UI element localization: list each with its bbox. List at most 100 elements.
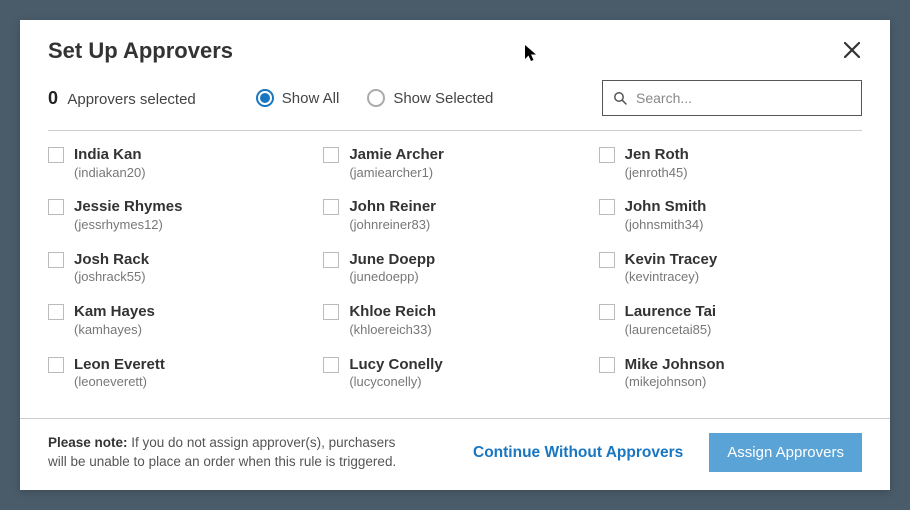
approver-name: Mike Johnson bbox=[625, 355, 725, 375]
approver-text: Leon Everett(leoneverett) bbox=[74, 355, 165, 391]
radio-label: Show Selected bbox=[393, 90, 493, 107]
approver-name: Laurence Tai bbox=[625, 302, 716, 322]
approver-item[interactable]: John Reiner(johnreiner83) bbox=[323, 197, 588, 233]
checkbox-icon[interactable] bbox=[599, 147, 615, 163]
approver-username: (jenroth45) bbox=[625, 165, 689, 182]
approver-item[interactable]: John Smith(johnsmith34) bbox=[599, 197, 864, 233]
approver-text: Kevin Tracey(kevintracey) bbox=[625, 250, 718, 286]
checkbox-icon[interactable] bbox=[599, 304, 615, 320]
footer-note: Please note: If you do not assign approv… bbox=[48, 434, 408, 472]
approver-item[interactable]: Josh Rack(joshrack55) bbox=[48, 250, 313, 286]
approver-username: (jessrhymes12) bbox=[74, 217, 182, 234]
checkbox-icon[interactable] bbox=[323, 252, 339, 268]
approver-name: June Doepp bbox=[349, 250, 435, 270]
approver-item[interactable]: Lucy Conelly(lucyconelly) bbox=[323, 355, 588, 391]
checkbox-icon[interactable] bbox=[48, 304, 64, 320]
assign-approvers-button[interactable]: Assign Approvers bbox=[709, 433, 862, 472]
approver-item[interactable]: Laurence Tai(laurencetai85) bbox=[599, 302, 864, 338]
checkbox-icon[interactable] bbox=[48, 147, 64, 163]
close-button[interactable] bbox=[842, 38, 862, 64]
checkbox-icon[interactable] bbox=[323, 147, 339, 163]
checkbox-icon[interactable] bbox=[48, 357, 64, 373]
approver-text: India Kan(indiakan20) bbox=[74, 145, 146, 181]
modal-title: Set Up Approvers bbox=[48, 38, 233, 64]
approver-text: John Reiner(johnreiner83) bbox=[349, 197, 436, 233]
approver-item[interactable]: India Kan(indiakan20) bbox=[48, 145, 313, 181]
controls-row: 0 Approvers selected Show All Show Selec… bbox=[20, 74, 890, 130]
approver-text: Mike Johnson(mikejohnson) bbox=[625, 355, 725, 391]
radio-show-selected[interactable]: Show Selected bbox=[367, 89, 493, 107]
approver-text: Kam Hayes(kamhayes) bbox=[74, 302, 155, 338]
checkbox-icon[interactable] bbox=[323, 304, 339, 320]
approver-name: Khloe Reich bbox=[349, 302, 436, 322]
selected-count-label: Approvers selected bbox=[67, 91, 195, 108]
approver-name: Jessie Rhymes bbox=[74, 197, 182, 217]
approver-username: (mikejohnson) bbox=[625, 374, 725, 391]
approver-username: (khloereich33) bbox=[349, 322, 436, 339]
approver-item[interactable]: Jen Roth(jenroth45) bbox=[599, 145, 864, 181]
approver-text: June Doepp(junedoepp) bbox=[349, 250, 435, 286]
approver-item[interactable]: Leon Everett(leoneverett) bbox=[48, 355, 313, 391]
approver-text: Khloe Reich(khloereich33) bbox=[349, 302, 436, 338]
approvers-grid: India Kan(indiakan20) Jamie Archer(jamiea… bbox=[48, 145, 864, 391]
approver-name: India Kan bbox=[74, 145, 146, 165]
approver-name: Jamie Archer bbox=[349, 145, 444, 165]
radio-icon bbox=[367, 89, 385, 107]
checkbox-icon[interactable] bbox=[48, 199, 64, 215]
approver-text: Josh Rack(joshrack55) bbox=[74, 250, 149, 286]
approvers-scroll[interactable]: India Kan(indiakan20) Jamie Archer(jamiea… bbox=[48, 145, 878, 408]
checkbox-icon[interactable] bbox=[599, 199, 615, 215]
approver-username: (junedoepp) bbox=[349, 269, 435, 286]
approver-username: (lucyconelly) bbox=[349, 374, 442, 391]
approver-name: Kam Hayes bbox=[74, 302, 155, 322]
approver-item[interactable]: Khloe Reich(khloereich33) bbox=[323, 302, 588, 338]
approver-item[interactable]: Jessie Rhymes(jessrhymes12) bbox=[48, 197, 313, 233]
approver-item[interactable]: June Doepp(junedoepp) bbox=[323, 250, 588, 286]
close-icon bbox=[842, 36, 862, 66]
approver-text: Jamie Archer(jamiearcher1) bbox=[349, 145, 444, 181]
modal-footer: Please note: If you do not assign approv… bbox=[20, 418, 890, 490]
approver-username: (johnsmith34) bbox=[625, 217, 707, 234]
checkbox-icon[interactable] bbox=[599, 252, 615, 268]
approver-username: (leoneverett) bbox=[74, 374, 165, 391]
approver-username: (joshrack55) bbox=[74, 269, 149, 286]
footer-actions: Continue Without Approvers Assign Approv… bbox=[473, 433, 862, 472]
search-input[interactable] bbox=[636, 90, 851, 106]
approver-username: (laurencetai85) bbox=[625, 322, 716, 339]
continue-without-approvers-button[interactable]: Continue Without Approvers bbox=[473, 444, 683, 462]
search-field[interactable] bbox=[602, 80, 862, 116]
selected-count-number: 0 bbox=[48, 88, 58, 108]
approver-username: (johnreiner83) bbox=[349, 217, 436, 234]
approver-text: Laurence Tai(laurencetai85) bbox=[625, 302, 716, 338]
search-icon bbox=[613, 91, 628, 106]
approver-name: Jen Roth bbox=[625, 145, 689, 165]
set-up-approvers-modal: Set Up Approvers 0 Approvers selected Sh… bbox=[20, 20, 890, 490]
approver-username: (jamiearcher1) bbox=[349, 165, 444, 182]
approver-item[interactable]: Kam Hayes(kamhayes) bbox=[48, 302, 313, 338]
approver-name: Kevin Tracey bbox=[625, 250, 718, 270]
approver-name: Lucy Conelly bbox=[349, 355, 442, 375]
approver-text: John Smith(johnsmith34) bbox=[625, 197, 707, 233]
checkbox-icon[interactable] bbox=[323, 199, 339, 215]
approver-name: John Smith bbox=[625, 197, 707, 217]
approver-text: Jen Roth(jenroth45) bbox=[625, 145, 689, 181]
approvers-list-area: India Kan(indiakan20) Jamie Archer(jamiea… bbox=[20, 131, 890, 418]
checkbox-icon[interactable] bbox=[323, 357, 339, 373]
approver-name: Leon Everett bbox=[74, 355, 165, 375]
radio-label: Show All bbox=[282, 90, 340, 107]
radio-icon bbox=[256, 89, 274, 107]
selected-count: 0 Approvers selected bbox=[48, 88, 196, 109]
approver-username: (indiakan20) bbox=[74, 165, 146, 182]
checkbox-icon[interactable] bbox=[599, 357, 615, 373]
footer-note-label: Please note: bbox=[48, 435, 128, 450]
approver-username: (kevintracey) bbox=[625, 269, 718, 286]
approver-text: Lucy Conelly(lucyconelly) bbox=[349, 355, 442, 391]
approver-item[interactable]: Mike Johnson(mikejohnson) bbox=[599, 355, 864, 391]
radio-show-all[interactable]: Show All bbox=[256, 89, 340, 107]
approver-item[interactable]: Jamie Archer(jamiearcher1) bbox=[323, 145, 588, 181]
approver-name: Josh Rack bbox=[74, 250, 149, 270]
approver-name: John Reiner bbox=[349, 197, 436, 217]
modal-header: Set Up Approvers bbox=[20, 20, 890, 74]
approver-item[interactable]: Kevin Tracey(kevintracey) bbox=[599, 250, 864, 286]
checkbox-icon[interactable] bbox=[48, 252, 64, 268]
